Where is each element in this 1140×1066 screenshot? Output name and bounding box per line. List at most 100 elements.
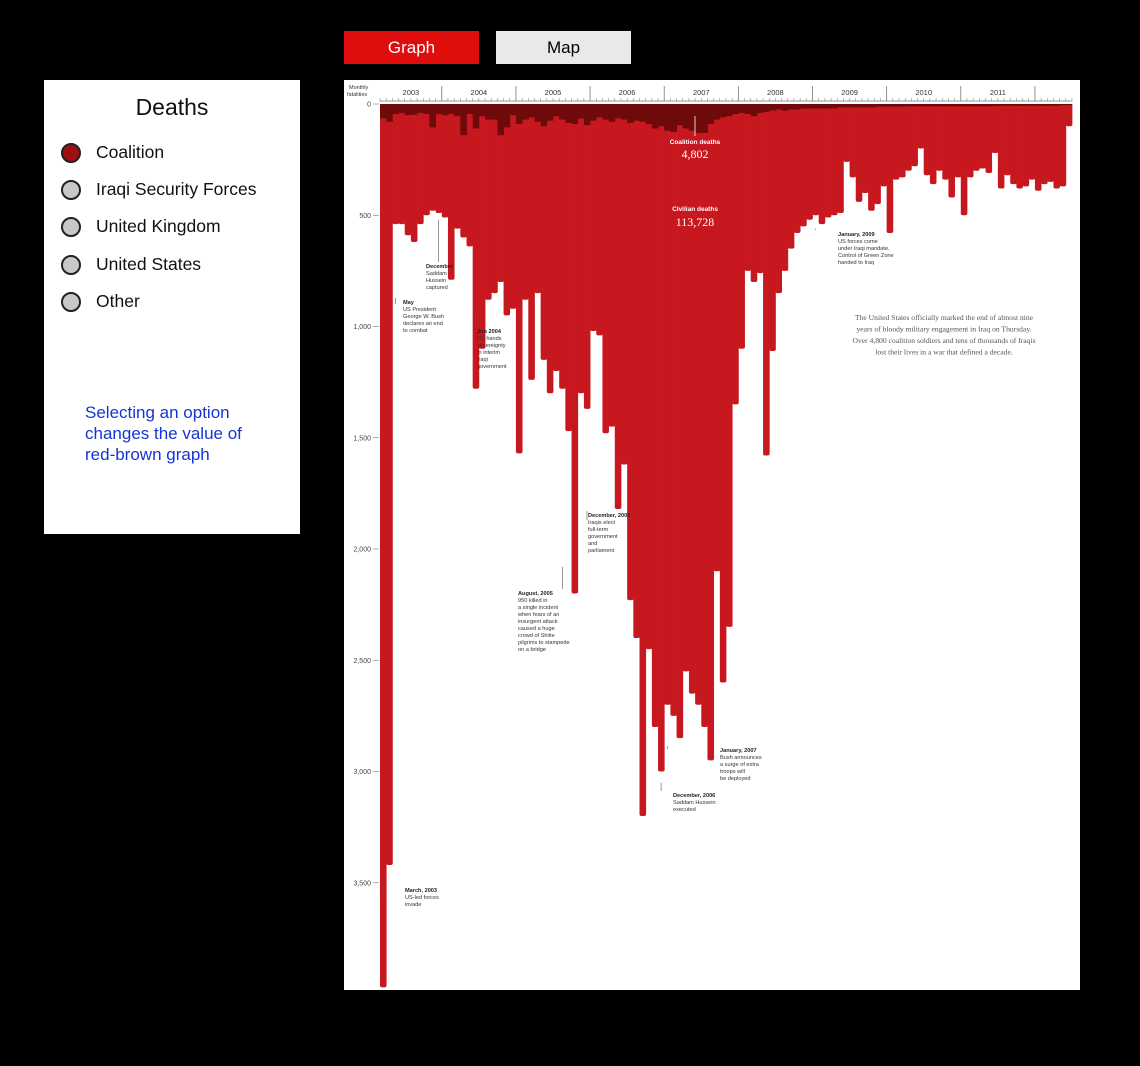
annotation-text: Iraqis elect xyxy=(588,520,615,526)
coalition-bar xyxy=(1016,104,1023,106)
coalition-bar xyxy=(1059,104,1067,106)
coalition-bar xyxy=(472,104,480,129)
civilian-bar xyxy=(423,104,430,216)
civilian-bar xyxy=(997,104,1005,189)
coalition-bar xyxy=(701,104,708,133)
civilian-bar xyxy=(936,104,943,171)
coalition-bar xyxy=(892,104,900,107)
coalition-bar xyxy=(658,104,665,127)
civilian-bar xyxy=(874,104,881,205)
coalition-bar xyxy=(577,104,585,119)
coalition-bar xyxy=(398,104,406,113)
tab-graph[interactable]: Graph xyxy=(344,31,479,64)
coalition-bar xyxy=(645,104,653,125)
coalition-bar xyxy=(1028,104,1036,106)
summary-text: lost their lives in a war that defined a… xyxy=(875,348,1013,357)
coalition-bar xyxy=(954,104,962,107)
annotation-date: December, 2005 xyxy=(588,513,630,519)
radio-iraqi-security-forces[interactable] xyxy=(61,179,81,200)
coalition-bar xyxy=(787,104,795,110)
year-label: 2005 xyxy=(545,88,562,97)
coalition-bar xyxy=(849,104,857,108)
tab-map[interactable]: Map xyxy=(496,31,631,64)
coalition-bar xyxy=(1010,104,1017,106)
civilian-bar xyxy=(509,104,517,309)
radio-other[interactable] xyxy=(61,291,81,312)
civilian-bar xyxy=(800,104,807,227)
summary-text: The United States officially marked the … xyxy=(855,313,1034,322)
coalition-bar xyxy=(855,104,863,108)
option-label: Coalition xyxy=(96,142,165,162)
coalition-bar xyxy=(565,104,572,123)
civilian-bar xyxy=(633,104,640,638)
annotation-text: US hands xyxy=(477,336,502,342)
civilian-bar xyxy=(441,104,449,218)
option-united-kingdom[interactable]: United Kingdom xyxy=(61,216,221,237)
coalition-bar xyxy=(775,104,783,110)
coalition-bar xyxy=(676,104,684,126)
civilian-bar xyxy=(787,104,795,249)
civilian-bar xyxy=(466,104,474,247)
coalition-bar xyxy=(818,104,826,109)
civilian-bar xyxy=(1016,104,1023,189)
civilian-bar xyxy=(664,104,671,705)
y-tick-label: 1,000 xyxy=(353,324,371,331)
option-iraqi-security-forces[interactable]: Iraqi Security Forces xyxy=(61,179,256,200)
radio-united-states[interactable] xyxy=(61,254,81,275)
civilian-bar xyxy=(454,104,461,229)
fatalities-chart: 2003 2004 2005 2006 2007 2008 2009 2010 2011 Mont… xyxy=(344,80,1080,990)
coalition-bar xyxy=(831,104,838,109)
civilian-bar xyxy=(447,104,455,280)
civilian-bar xyxy=(954,104,962,178)
civilian-bar xyxy=(732,104,739,405)
coalition-bar xyxy=(800,104,807,109)
coalition-bar xyxy=(503,104,511,128)
civilian-bar xyxy=(1022,104,1030,187)
annotation-date: January, 2007 xyxy=(720,748,757,754)
option-united-states[interactable]: United States xyxy=(61,254,201,275)
coalition-bar xyxy=(929,104,937,107)
coalition-bar xyxy=(1041,104,1048,106)
option-label: Iraqi Security Forces xyxy=(96,179,257,199)
annotation-text: handed to Iraq xyxy=(838,260,874,266)
annotation-text: US President xyxy=(403,307,436,313)
civilian-bar xyxy=(1004,104,1011,176)
civilian-bar xyxy=(880,104,888,187)
annotation-text: Saddam Hussein xyxy=(673,800,716,806)
coalition-bar xyxy=(497,104,504,136)
annotation-text: when fears of an xyxy=(517,612,559,618)
civilian-bar xyxy=(1034,104,1042,191)
radio-united-kingdom[interactable] xyxy=(61,216,81,237)
coalition-bar xyxy=(571,104,579,125)
coalition-bar xyxy=(627,104,634,123)
annotation-text: sovereignty xyxy=(477,343,506,349)
civilian-bar xyxy=(571,104,579,594)
y-tick-label: 2,500 xyxy=(353,658,371,665)
coalition-bar xyxy=(651,104,659,129)
coalition-bar xyxy=(386,104,393,122)
coalition-bar xyxy=(614,104,622,119)
civilian-bar xyxy=(639,104,647,816)
option-coalition[interactable]: Coalition xyxy=(61,142,164,163)
civilian-bar xyxy=(942,104,949,180)
y-tick-label: 2,000 xyxy=(353,547,371,554)
radio-coalition[interactable] xyxy=(61,142,81,163)
y-tick-label: 3,500 xyxy=(353,880,371,887)
civilian-bar xyxy=(892,104,900,180)
annotation-text: government xyxy=(477,364,507,370)
civilian-bar xyxy=(849,104,857,178)
civilian-series-name: Civilian deaths xyxy=(672,206,718,213)
coalition-bar xyxy=(423,104,430,115)
coalition-bar xyxy=(874,104,881,107)
civilian-bar xyxy=(553,104,560,371)
option-other[interactable]: Other xyxy=(61,291,140,312)
coalition-bar xyxy=(806,104,813,109)
civilian-bar xyxy=(515,104,523,454)
annotation: January, 2009US forces comeunder Iraqi m… xyxy=(815,228,894,266)
civilian-bar xyxy=(670,104,677,716)
civilian-bar xyxy=(991,104,999,153)
coalition-bar xyxy=(380,104,387,119)
civilian-bar xyxy=(1010,104,1017,185)
coalition-bar xyxy=(392,104,399,115)
civilian-bar xyxy=(824,104,832,218)
